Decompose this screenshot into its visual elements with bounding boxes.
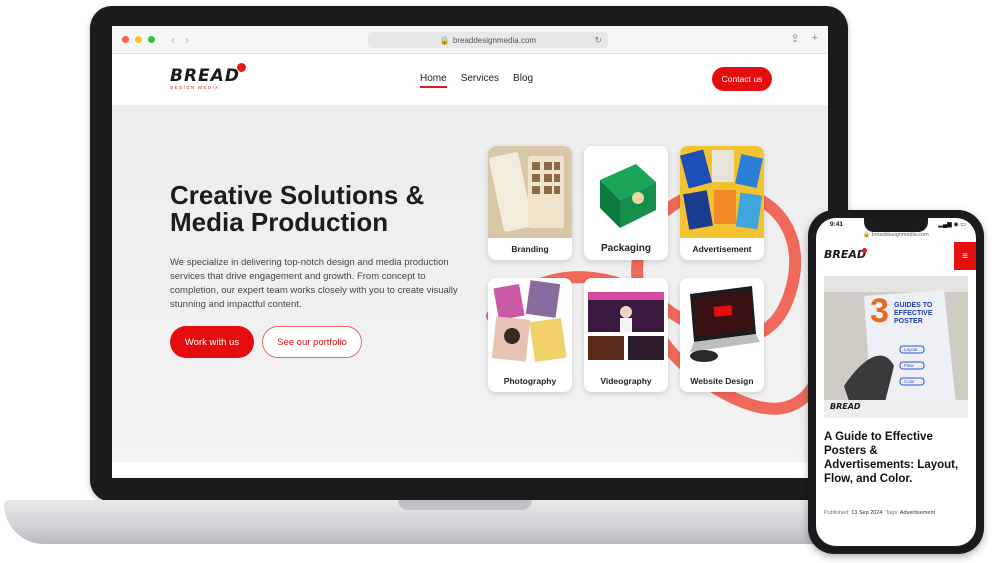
maximize-window-button[interactable] <box>148 36 155 43</box>
laptop-screen: ‹› 🔒 breaddesignmedia.com ↻ ⇪ + BREAD DE… <box>112 26 828 478</box>
forward-icon[interactable]: › <box>185 33 199 47</box>
site-header: BREAD DESIGN MEDIA Home Services Blog Co… <box>112 54 828 106</box>
article-title[interactable]: A Guide to Effective Posters & Advertise… <box>824 430 970 486</box>
address-bar[interactable]: 🔒 breaddesignmedia.com ↻ <box>368 32 608 48</box>
published-date: 13 Sep 2024 <box>851 510 883 516</box>
logo-dot <box>236 63 246 72</box>
phone-logo-dot <box>862 248 867 253</box>
phone-address-bar[interactable]: 🔒 breaddesignmedia.com <box>816 232 976 238</box>
status-time: 9:41 <box>830 221 844 228</box>
phone-notch <box>864 218 928 232</box>
close-window-button[interactable] <box>122 36 129 43</box>
poster-illustration <box>824 276 968 418</box>
branding-image <box>488 146 572 238</box>
advertisement-image <box>680 146 764 238</box>
status-icons: ▂▄▆ ◉ ▭ <box>938 222 966 228</box>
service-card-advertisement[interactable]: Advertisement <box>680 146 764 260</box>
hero-title: Creative Solutions & Media Production <box>170 180 425 237</box>
back-icon[interactable]: ‹ <box>171 33 185 47</box>
see-portfolio-button[interactable]: See our portfolio <box>262 326 362 358</box>
service-label-advertisement: Advertisement <box>692 244 752 254</box>
poster-title: GUIDES TO EFFECTIVE POSTER <box>894 302 933 325</box>
poster-number: 3 <box>870 292 889 330</box>
phone-brand-logo[interactable]: BREAD <box>824 248 866 261</box>
poster-item-layout: Layout <box>904 347 918 352</box>
service-card-photography[interactable]: Photography <box>488 278 572 392</box>
device-mockup: ‹› 🔒 breaddesignmedia.com ↻ ⇪ + BREAD DE… <box>0 0 1000 563</box>
phone-address-text: breaddesignmedia.com <box>871 232 929 238</box>
hero-description: We specialize in delivering top-notch de… <box>170 257 458 310</box>
hamburger-menu-button[interactable]: ≡ <box>954 242 976 270</box>
new-tab-icon[interactable]: + <box>812 32 818 45</box>
history-arrows: ‹› <box>171 33 199 47</box>
tags-label: Tags: <box>885 510 899 516</box>
nav-item-home[interactable]: Home <box>420 73 447 88</box>
article-tag[interactable]: Advertisement <box>900 510 935 516</box>
article-hero-image: 3 GUIDES TO EFFECTIVE POSTER Layout Flow… <box>824 276 968 418</box>
menu-icon: ≡ <box>962 250 968 262</box>
browser-toolbar: ‹› 🔒 breaddesignmedia.com ↻ ⇪ + <box>112 26 828 54</box>
poster-brand-logo: BREAD <box>830 402 861 411</box>
lock-icon: 🔒 <box>439 35 450 45</box>
service-label-photography: Photography <box>503 376 557 386</box>
brand-logo[interactable]: BREAD DESIGN MEDIA <box>170 63 246 90</box>
share-icon[interactable]: ⇪ <box>790 32 799 45</box>
browser-actions: ⇪ + <box>790 32 818 45</box>
packaging-image <box>584 146 668 238</box>
photography-image <box>488 278 572 370</box>
minimize-window-button[interactable] <box>135 36 142 43</box>
phone-lock-icon: 🔒 <box>863 232 871 238</box>
service-card-videography[interactable]: Videography <box>584 278 668 392</box>
poster-item-color: Color <box>904 379 915 384</box>
nav-item-blog[interactable]: Blog <box>513 73 533 88</box>
videography-image <box>584 278 668 370</box>
logo-wordmark: BREAD <box>170 66 240 86</box>
reload-icon[interactable]: ↻ <box>594 35 602 46</box>
window-controls <box>122 36 155 43</box>
laptop-notch <box>398 500 532 510</box>
article-meta: Published: 13 Sep 2024 Tags: Advertiseme… <box>824 510 935 516</box>
service-label-branding: Branding <box>511 244 549 254</box>
service-card-packaging[interactable]: Packaging <box>584 146 668 260</box>
hero-section: Creative Solutions & Media Production We… <box>112 106 828 462</box>
poster-item-flow: Flow <box>904 363 914 368</box>
contact-us-button[interactable]: Contact us <box>712 67 772 91</box>
address-text: breaddesignmedia.com <box>452 35 537 45</box>
service-label-packaging: Packaging <box>600 243 652 254</box>
service-label-website-design: Website Design <box>690 376 754 386</box>
published-label: Published: <box>824 510 850 516</box>
work-with-us-button[interactable]: Work with us <box>170 326 254 358</box>
service-card-website-design[interactable]: Website Design <box>680 278 764 392</box>
phone-screen: 9:41 ▂▄▆ ◉ ▭ 🔒 breaddesignmedia.com BREA… <box>816 218 976 546</box>
main-nav: Home Services Blog <box>420 73 533 88</box>
next-section-edge <box>112 462 828 478</box>
website-design-image <box>680 278 764 370</box>
service-card-branding[interactable]: Branding <box>488 146 572 260</box>
nav-item-services[interactable]: Services <box>461 73 499 88</box>
service-label-videography: Videography <box>600 376 652 386</box>
